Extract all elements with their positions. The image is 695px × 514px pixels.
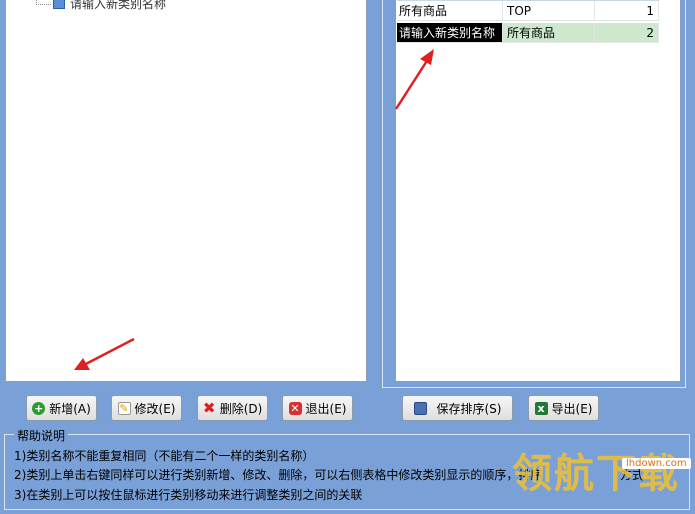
cell-category-name[interactable]: 所有商品 (397, 1, 503, 21)
export-button-label: 导出(E) (551, 401, 593, 416)
export-button[interactable]: x 导出(E) (528, 395, 599, 421)
cell-category-name[interactable]: 请输入新类别名称 (397, 23, 503, 43)
save-order-button-label: 保存排序(S) (436, 401, 502, 416)
cell-sort-order[interactable]: 1 (595, 1, 659, 21)
edit-icon: ✎ (117, 401, 131, 415)
cell-parent-category[interactable]: 所有商品 (503, 23, 595, 43)
edit-button[interactable]: ✎ 修改(E) (111, 395, 182, 421)
add-icon: + (32, 401, 46, 415)
exit-button-label: 退出(E) (305, 401, 347, 416)
cell-parent-category[interactable]: TOP (503, 1, 595, 21)
add-button-label: 新增(A) (49, 401, 91, 416)
table-row[interactable]: 请输入新类别名称 所有商品 2 (397, 23, 659, 44)
annotation-arrow-tree (74, 337, 135, 370)
tree-node[interactable]: 请输入新类别名称 (36, 0, 166, 12)
watermark-url: lhdown.com (622, 458, 691, 469)
delete-icon: ✖ (202, 399, 216, 417)
watermark-logo: 领航下载 (512, 451, 680, 497)
help-line-2: 2)类别上单击右键同样可以进行类别新增、修改、删除，可以右侧表格中修改类别显示的… (14, 468, 543, 482)
edit-button-label: 修改(E) (134, 401, 176, 416)
delete-button[interactable]: ✖ 删除(D) (197, 395, 268, 421)
folder-icon (53, 0, 65, 9)
exit-icon: ✕ (288, 401, 302, 415)
help-line-1: 1)类别名称不能重复相同（不能有二个一样的类别名称） (14, 449, 315, 463)
help-title: 帮助说明 (14, 427, 69, 444)
excel-export-icon: x (534, 401, 548, 415)
save-order-button[interactable]: 保存排序(S) (402, 395, 513, 421)
tree-node-label: 请输入新类别名称 (70, 0, 167, 11)
add-button[interactable]: + 新增(A) (26, 395, 97, 421)
category-tree[interactable]: 请输入新类别名称 (5, 0, 367, 382)
save-icon (413, 401, 427, 415)
tree-connector-line (36, 0, 51, 5)
cell-sort-order[interactable]: 2 (595, 23, 659, 43)
exit-button[interactable]: ✕ 退出(E) (282, 395, 353, 421)
annotation-arrow-grid (394, 49, 434, 110)
table-row[interactable]: 所有商品 TOP 1 (397, 1, 659, 22)
help-line-3: 3)在类别上可以按住鼠标进行类别移动来进行调整类别之间的关联 (14, 488, 363, 502)
delete-button-label: 删除(D) (219, 401, 263, 416)
